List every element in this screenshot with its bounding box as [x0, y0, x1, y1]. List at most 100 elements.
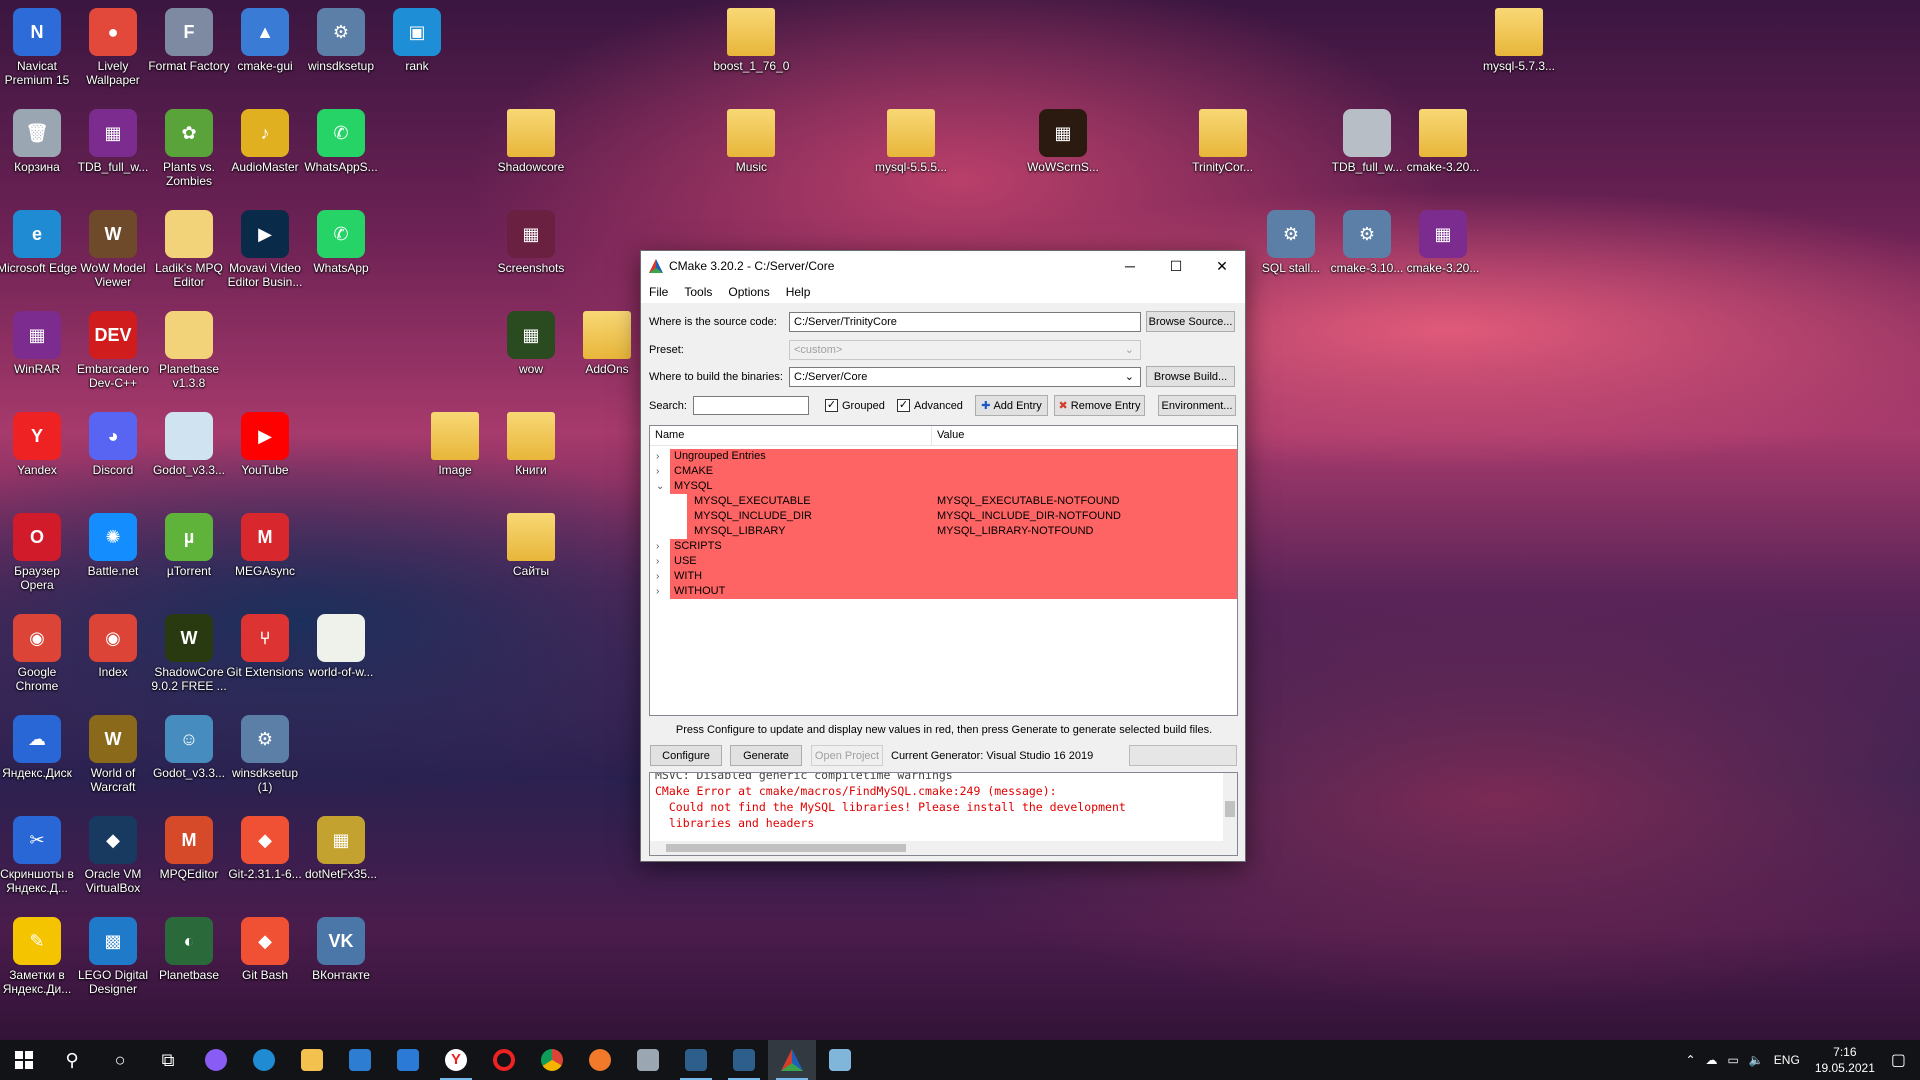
start-button[interactable] [0, 1040, 48, 1080]
desktop-icon[interactable]: ⚙ SQL stall... [1250, 210, 1332, 275]
desktop-icon[interactable]: Shadowcore [490, 109, 572, 174]
opera-taskbar-icon[interactable] [480, 1040, 528, 1080]
tree-row[interactable]: › USE [650, 554, 1237, 569]
chevron-down-icon[interactable]: ⌄ [1125, 370, 1134, 383]
chrome-taskbar-icon[interactable] [528, 1040, 576, 1080]
search-icon[interactable]: ⚲ [48, 1040, 96, 1080]
tree-row[interactable]: › SCRIPTS [650, 539, 1237, 554]
generate-button[interactable]: Generate [730, 745, 802, 766]
desktop-icon[interactable]: N Navicat Premium 15 [0, 8, 78, 87]
desktop-icon[interactable]: AddOns [566, 311, 648, 376]
chevron-right-icon[interactable]: › [656, 539, 666, 554]
row-value[interactable]: MYSQL_INCLUDE_DIR-NOTFOUND [937, 509, 1121, 524]
file-explorer-icon[interactable] [288, 1040, 336, 1080]
desktop-icon[interactable]: boost_1_76_0 [710, 8, 792, 73]
desktop-icon[interactable]: ▦ wow [490, 311, 572, 376]
network-icon[interactable]: ▭ [1728, 1053, 1739, 1067]
desktop-icon[interactable]: DEV Embarcadero Dev-C++ [72, 311, 154, 390]
workbench-taskbar-icon[interactable] [672, 1040, 720, 1080]
desktop-icon[interactable]: Music [710, 109, 792, 174]
menu-file[interactable]: File [649, 285, 668, 299]
desktop-icon[interactable]: ● Lively Wallpaper [72, 8, 154, 87]
tree-row[interactable]: › Ungrouped Entries [650, 449, 1237, 464]
desktop-icon[interactable]: ◐ Planetbase [148, 917, 230, 982]
title-bar[interactable]: CMake 3.20.2 - C:/Server/Core ─ ☐ ✕ [641, 251, 1245, 281]
desktop-icon[interactable]: ✆ WhatsApp [300, 210, 382, 275]
desktop-icon[interactable]: ♪ AudioMaster [224, 109, 306, 174]
chevron-right-icon[interactable]: › [656, 554, 666, 569]
desktop-icon[interactable]: ◆ Oracle VM VirtualBox [72, 816, 154, 895]
desktop-icon[interactable]: W WoW Model Viewer [72, 210, 154, 289]
volume-icon[interactable]: 🔈 [1749, 1053, 1764, 1067]
desktop-icon[interactable]: ◕ Discord [72, 412, 154, 477]
vertical-scrollbar[interactable] [1223, 773, 1237, 843]
desktop-icon[interactable]: F Format Factory [148, 8, 230, 73]
row-value[interactable]: MYSQL_EXECUTABLE-NOTFOUND [937, 494, 1120, 509]
minimize-icon[interactable]: ─ [1107, 251, 1153, 281]
desktop-icon[interactable]: mysql-5.7.3... [1478, 8, 1560, 73]
desktop-icon[interactable]: ⚙ cmake-3.10... [1326, 210, 1408, 275]
desktop-icon[interactable]: ▦ cmake-3.20... [1402, 210, 1484, 275]
add-entry-button[interactable]: ✚ Add Entry [975, 395, 1048, 416]
language-indicator[interactable]: ENG [1774, 1053, 1800, 1067]
tree-row[interactable]: › WITHOUT [650, 584, 1237, 599]
environment-button[interactable]: Environment... [1158, 395, 1236, 416]
desktop-icon[interactable]: ◆ Git Bash [224, 917, 306, 982]
desktop-icon[interactable]: ⚙ winsdksetup (1) [224, 715, 306, 794]
desktop-icon[interactable]: ✿ Plants vs. Zombies [148, 109, 230, 188]
desktop-icon[interactable]: ✎ Заметки в Яндекс.Ди... [0, 917, 78, 996]
cmake-taskbar-icon[interactable] [768, 1040, 816, 1080]
desktop-icon[interactable]: µ µTorrent [148, 513, 230, 578]
desktop-icon[interactable]: world-of-w... [300, 614, 382, 679]
tree-row[interactable]: ⌄ MYSQL [650, 479, 1237, 494]
chevron-right-icon[interactable]: › [656, 569, 666, 584]
menu-tools[interactable]: Tools [684, 285, 712, 299]
workbench2-taskbar-icon[interactable] [720, 1040, 768, 1080]
desktop-icon[interactable]: ▶ YouTube [224, 412, 306, 477]
desktop-icon[interactable]: ◉ Index [72, 614, 154, 679]
desktop-icon[interactable]: Planetbase v1.3.8 [148, 311, 230, 390]
notifications-icon[interactable]: ▢ [1891, 1050, 1906, 1070]
desktop-icon[interactable]: ▦ Screenshots [490, 210, 572, 275]
chevron-down-icon[interactable]: ⌄ [656, 479, 666, 494]
tree-row[interactable]: MYSQL_EXECUTABLE MYSQL_EXECUTABLE-NOTFOUN… [650, 494, 1237, 509]
desktop-icon[interactable]: ◉ Google Chrome [0, 614, 78, 693]
cortana-icon[interactable]: ○ [96, 1040, 144, 1080]
chevron-up-icon[interactable]: ⌃ [1685, 1053, 1695, 1067]
desktop-icon[interactable]: ✺ Battle.net [72, 513, 154, 578]
row-value[interactable]: MYSQL_LIBRARY-NOTFOUND [937, 524, 1093, 539]
tree-row[interactable]: › CMAKE [650, 464, 1237, 479]
yandex-taskbar-icon[interactable]: Y [432, 1040, 480, 1080]
desktop-icon[interactable]: ▦ WoWScrnS... [1022, 109, 1104, 174]
desktop-icon[interactable]: ☺ Godot_v3.3... [148, 715, 230, 780]
desktop-icon[interactable]: ▦ TDB_full_w... [72, 109, 154, 174]
desktop-icon[interactable]: Книги [490, 412, 572, 477]
desktop-icon[interactable]: ▣ rank [376, 8, 458, 73]
cache-tree[interactable]: Name Value › Ungrouped Entries › CMAKE ⌄ MYSQ… [649, 425, 1238, 716]
onedrive-icon[interactable]: ☁ [1706, 1053, 1718, 1067]
chevron-right-icon[interactable]: › [656, 464, 666, 479]
menu-help[interactable]: Help [786, 285, 811, 299]
desktop-icon[interactable]: Y Yandex [0, 412, 78, 477]
source-input[interactable]: C:/Server/TrinityCore [789, 312, 1141, 332]
firefox-taskbar-icon[interactable] [576, 1040, 624, 1080]
scroll-thumb[interactable] [666, 844, 906, 852]
maximize-icon[interactable]: ☐ [1153, 251, 1199, 281]
column-value-header[interactable]: Value [932, 426, 969, 445]
desktop-icon[interactable]: e Microsoft Edge [0, 210, 78, 275]
browse-build-button[interactable]: Browse Build... [1146, 366, 1235, 387]
tree-row[interactable]: › WITH [650, 569, 1237, 584]
desktop-icon[interactable]: M MEGAsync [224, 513, 306, 578]
desktop-icon[interactable]: ▩ LEGO Digital Designer [72, 917, 154, 996]
menu-options[interactable]: Options [728, 285, 769, 299]
remove-entry-button[interactable]: ✖ Remove Entry [1054, 395, 1145, 416]
alice-icon[interactable] [192, 1040, 240, 1080]
desktop-icon[interactable]: ▶ Movavi Video Editor Busin... [224, 210, 306, 289]
clock[interactable]: 7:16 19.05.2021 [1815, 1044, 1875, 1076]
desktop-icon[interactable]: ✂ Скриншоты в Яндекс.Д... [0, 816, 78, 895]
horizontal-scrollbar[interactable] [650, 841, 1237, 855]
desktop-icon[interactable]: W World of Warcraft [72, 715, 154, 794]
desktop-icon[interactable]: ✆ WhatsAppS... [300, 109, 382, 174]
close-icon[interactable]: ✕ [1199, 251, 1245, 281]
app-taskbar-icon[interactable] [624, 1040, 672, 1080]
